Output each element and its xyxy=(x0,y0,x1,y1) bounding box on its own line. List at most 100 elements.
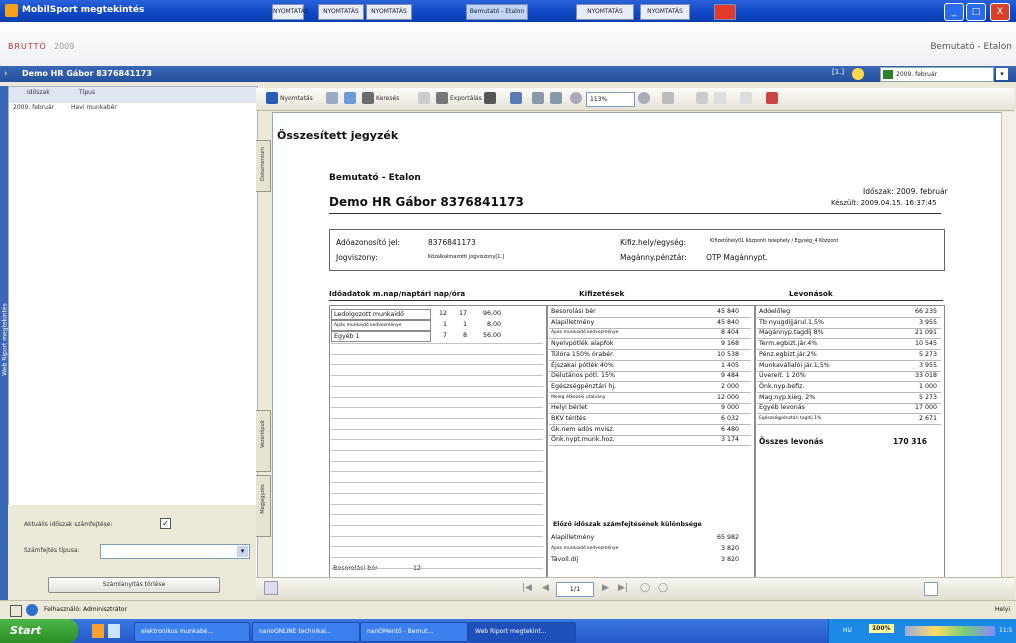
payment-value: 1 405 xyxy=(720,361,739,369)
expand-icon[interactable]: › xyxy=(4,69,14,79)
bookmark-icon[interactable] xyxy=(766,92,778,104)
titlebar-tab-5[interactable]: NYOMTATÁS xyxy=(576,4,634,20)
side-tab-document[interactable]: Dokumentum xyxy=(256,140,271,192)
deduction-label: Magánnyp.tagdíj 8% xyxy=(759,329,824,337)
binoculars-icon[interactable] xyxy=(362,92,374,104)
time-row-line xyxy=(331,450,543,451)
prev-page-icon[interactable]: ◀ xyxy=(542,583,549,593)
task-item-2[interactable]: nanoONLINE technikai... xyxy=(252,622,360,642)
time-row-line xyxy=(331,385,543,387)
payment-value: 6 480 xyxy=(720,425,739,433)
deductions-title: Levonások xyxy=(789,289,833,298)
prior-row-label: Távoll.díj xyxy=(551,556,579,563)
period-list-header: Időszak Típus xyxy=(9,87,257,104)
thumbnail-icon[interactable] xyxy=(740,92,752,104)
page-indicator: [1.] xyxy=(832,68,845,76)
payment-label: Helyi bérlet xyxy=(551,404,588,412)
payment-label: Gk.nem adós mvisz. xyxy=(551,425,615,433)
time-row-line xyxy=(331,492,543,494)
export-button[interactable]: Exportálás xyxy=(450,92,482,106)
deduction-value: 2 671 xyxy=(918,415,937,422)
task-item-1[interactable]: elektronikus munkabé... xyxy=(134,622,250,642)
forward-icon[interactable]: ◯ xyxy=(658,583,668,593)
current-period-checkbox[interactable]: ✓ xyxy=(160,518,171,529)
time-row-calendar-days: 8 xyxy=(462,332,467,339)
side-strip: Web Riport megtekintés xyxy=(0,86,9,600)
minimize-button[interactable]: _ xyxy=(944,3,964,21)
prior-row-value: 3 820 xyxy=(720,545,739,552)
deduction-label: Pénz.egbizt.jár.2% xyxy=(759,350,817,358)
deduction-label: Önk.nyp.befiz. xyxy=(759,382,805,390)
close-button[interactable]: X xyxy=(990,3,1010,21)
quicklaunch-icon-2[interactable] xyxy=(108,624,120,638)
zoom-select[interactable]: 113% xyxy=(586,92,635,107)
fit-page-icon[interactable] xyxy=(532,92,544,104)
payment-label: Túlóra 150% órabér. xyxy=(551,350,615,358)
titlebar-tab-active[interactable]: Bemutató - Etalon xyxy=(466,4,528,20)
payment-label: BKV térítés xyxy=(551,415,587,422)
toggle-panel-icon[interactable] xyxy=(264,581,278,595)
last-page-icon[interactable]: ▶| xyxy=(618,583,628,593)
page-number-input[interactable]: 1/1 xyxy=(556,582,594,597)
print-icon[interactable] xyxy=(326,92,338,104)
undo-icon[interactable] xyxy=(714,92,726,104)
time-row-line xyxy=(331,524,543,526)
period-select[interactable]: 2009. február xyxy=(880,67,994,82)
side-tab-notes[interactable]: Megjegyzés xyxy=(256,475,271,537)
task-item-4[interactable]: Web Riport megtekint... xyxy=(468,622,576,642)
time-data-title: Időadatok m.nap/naptári nap/óra xyxy=(329,289,466,298)
select-text-icon[interactable] xyxy=(436,92,448,104)
print-button[interactable]: Nyomtatás xyxy=(280,92,313,106)
titlebar-tab-2[interactable]: NYOMTATÁS xyxy=(318,4,364,20)
hand-icon[interactable] xyxy=(418,92,430,104)
deduction-value: 5 273 xyxy=(918,350,937,358)
report-created: Készült: 2009.04.15. 16:37:45 xyxy=(831,199,937,207)
column-header-period[interactable]: Időszak xyxy=(27,89,50,96)
time-row-line xyxy=(331,353,543,355)
time-row-line xyxy=(331,503,543,505)
tray-icons[interactable] xyxy=(905,626,995,636)
type-select[interactable]: ▾ xyxy=(100,544,250,559)
titlebar-tab-6[interactable]: NYOMTATÁS xyxy=(640,4,690,20)
tray-language[interactable]: HU xyxy=(843,627,852,634)
snapshot-icon[interactable] xyxy=(484,92,496,104)
titlebar-tab-1[interactable]: NYOMTATÁS xyxy=(272,4,309,20)
single-page-icon[interactable] xyxy=(924,582,938,596)
titlebar-tab-3[interactable]: NYOMTATÁS xyxy=(366,4,412,20)
payment-value: 8 404 xyxy=(720,329,739,337)
start-button[interactable]: Start xyxy=(0,619,78,643)
zoom-out-icon[interactable] xyxy=(570,92,582,104)
first-page-icon[interactable]: |◀ xyxy=(522,583,532,593)
side-tab-control[interactable]: Vezérlőpult xyxy=(256,410,271,472)
page-layout-icon[interactable] xyxy=(662,92,674,104)
copy-icon[interactable] xyxy=(696,92,708,104)
tray-zoom[interactable]: 100% xyxy=(869,624,894,633)
quicklaunch-icon-1[interactable] xyxy=(92,624,104,638)
user-icon[interactable] xyxy=(852,68,864,80)
site-label: Kifiz.hely/egység: xyxy=(620,238,687,247)
next-page-icon[interactable]: ▶ xyxy=(602,583,609,593)
maximize-button[interactable]: □ xyxy=(966,3,986,21)
app-logo-icon xyxy=(5,4,18,17)
save-icon[interactable] xyxy=(266,92,278,104)
report-scrollbar[interactable] xyxy=(1001,112,1016,576)
period-dropdown-icon[interactable]: ▾ xyxy=(996,68,1008,80)
zoom-plus-icon[interactable] xyxy=(638,92,650,104)
relation-label: Jogviszony: xyxy=(336,253,378,262)
reset-button[interactable]: Számlanyitás törlése xyxy=(48,577,220,593)
refresh-icon[interactable] xyxy=(344,92,356,104)
deduction-value: 3 955 xyxy=(918,361,937,369)
period-list-row[interactable]: 2009. február Havi munkabér xyxy=(9,103,257,113)
time-row-line xyxy=(331,375,543,377)
zoom-in-icon[interactable] xyxy=(510,92,522,104)
time-row-label: Apás munkaidő kedvezménye xyxy=(331,320,431,331)
task-item-3[interactable]: nanOMentő - Bemut... xyxy=(360,622,468,642)
deduction-label: Tb nyugdíjjárul.1,5% xyxy=(759,318,824,326)
back-icon[interactable]: ◯ xyxy=(640,583,650,593)
search-button[interactable]: Keresés xyxy=(376,92,399,106)
titlebar-close-tab[interactable] xyxy=(714,4,736,20)
column-header-type[interactable]: Típus xyxy=(79,89,95,96)
fit-width-icon[interactable] xyxy=(550,92,562,104)
payment-value: 10 538 xyxy=(716,350,739,358)
relation-value: Közalkalmazotti jogviszony[1.] xyxy=(428,254,505,260)
